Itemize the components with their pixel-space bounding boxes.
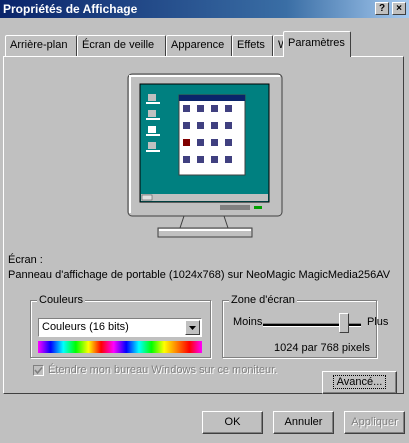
color-depth-value: Couleurs (16 bits) xyxy=(42,321,129,333)
colors-group: Couleurs Couleurs (16 bits) xyxy=(30,294,211,358)
tab-screensaver[interactable]: Écran de veille xyxy=(77,35,166,56)
extend-desktop-label: Étendre mon bureau Windows sur ce monite… xyxy=(48,364,278,376)
help-button[interactable]: ? xyxy=(375,2,389,15)
slider-more-label: Plus xyxy=(367,316,389,328)
chevron-down-icon[interactable] xyxy=(185,320,200,335)
apply-button[interactable]: Appliquer xyxy=(344,411,405,434)
display-description: Panneau d'affichage de portable (1024x76… xyxy=(8,269,391,281)
cancel-button[interactable]: Annuler xyxy=(273,411,334,434)
tab-effects[interactable]: Effets xyxy=(232,35,273,56)
close-button[interactable]: × xyxy=(392,2,406,15)
resolution-value: 1024 par 768 pixels xyxy=(274,342,371,354)
screen-area-group: Zone d'écran Moins Plus 1024 par 768 pix… xyxy=(222,294,388,358)
tab-appearance[interactable]: Apparence xyxy=(166,35,232,56)
colors-group-label: Couleurs xyxy=(37,294,86,306)
tab-settings[interactable]: Paramètres xyxy=(283,31,351,57)
ok-button[interactable]: OK xyxy=(202,411,263,434)
slider-less-label: Moins xyxy=(233,316,263,328)
advanced-button[interactable]: Avancé... xyxy=(322,371,397,394)
color-depth-select[interactable]: Couleurs (16 bits) xyxy=(38,318,202,337)
window-title: Propriétés de Affichage xyxy=(3,2,138,16)
monitor-preview xyxy=(127,73,283,238)
extend-desktop-checkbox[interactable] xyxy=(33,365,44,376)
screen-area-label: Zone d'écran xyxy=(229,294,297,306)
advanced-button-label: Avancé... xyxy=(332,375,387,389)
checkmark-icon xyxy=(34,366,43,375)
resolution-slider-thumb[interactable] xyxy=(339,313,350,333)
preview-taskbar xyxy=(141,194,268,201)
color-spectrum-bar xyxy=(38,341,202,353)
title-bar[interactable]: Propriétés de Affichage ? × xyxy=(0,0,409,18)
display-label: Écran : xyxy=(8,254,43,266)
tab-background[interactable]: Arrière-plan xyxy=(5,35,77,56)
